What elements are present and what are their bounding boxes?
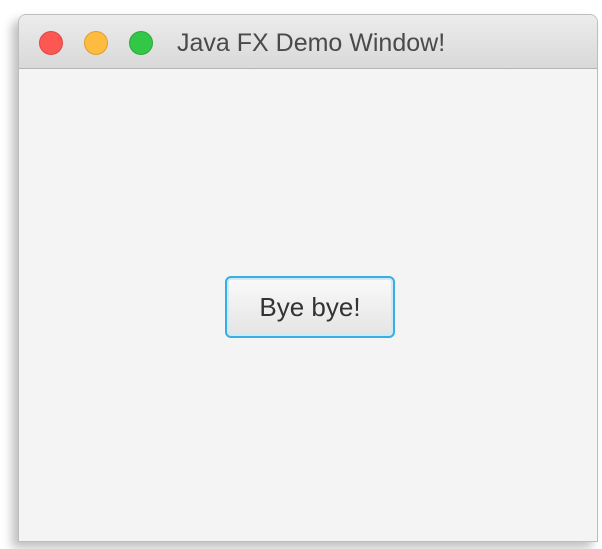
window-title: Java FX Demo Window! bbox=[177, 29, 446, 57]
title-bar[interactable]: Java FX Demo Window! bbox=[19, 15, 597, 69]
maximize-icon[interactable] bbox=[129, 31, 153, 55]
app-window: Java FX Demo Window! Bye bye! bbox=[18, 14, 598, 542]
minimize-icon[interactable] bbox=[84, 31, 108, 55]
close-icon[interactable] bbox=[39, 31, 63, 55]
window-content: Bye bye! bbox=[19, 69, 597, 541]
bye-bye-button[interactable]: Bye bye! bbox=[225, 276, 395, 338]
